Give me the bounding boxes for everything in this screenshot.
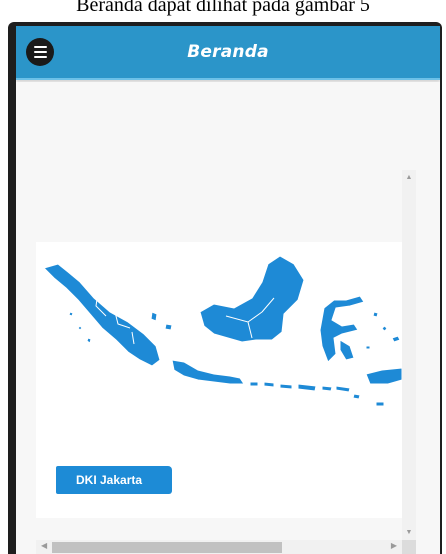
scroll-right-icon[interactable]: ▶ [391,541,397,550]
horizontal-scroll-thumb[interactable] [52,542,282,553]
map-hover-label: DKI Jakarta [56,466,172,494]
map-region-sulawesi-se [339,339,355,361]
map-region-papua [365,367,402,385]
page-title: Beranda [187,42,269,62]
scroll-left-icon[interactable]: ◀ [41,541,47,550]
map-island [150,311,173,331]
scrollbar-corner [402,540,416,554]
map-region-kalimantan [199,255,305,343]
map-island [352,393,385,407]
map-viewport[interactable]: DKI Jakarta [36,170,402,540]
map-island [68,311,92,344]
map-island [365,311,401,350]
vertical-scrollbar[interactable]: ▲ ▼ [402,170,416,540]
horizontal-scrollbar[interactable]: ◀ ▶ [36,540,402,554]
app-screen: Beranda DKI Jakarta ▲ ▼ ◀ ▶ [16,26,440,554]
document-caption: Beranda dapat dilihat pada gambar 5 [76,0,370,16]
scroll-down-icon[interactable]: ▼ [402,529,416,536]
map-region-sumatra [43,263,161,367]
page-content: DKI Jakarta ▲ ▼ ◀ ▶ [16,82,440,554]
scroll-up-icon[interactable]: ▲ [402,174,416,181]
app-bar: Beranda [16,26,440,80]
map-region-java [171,359,245,385]
map-region-nusa-tenggara [249,381,351,393]
indonesia-map[interactable]: DKI Jakarta [36,242,402,518]
